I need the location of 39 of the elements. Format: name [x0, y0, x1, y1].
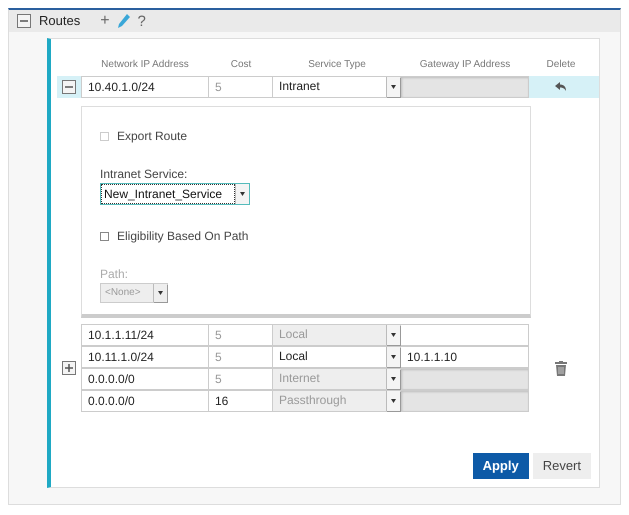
caret-icon	[391, 377, 396, 381]
section-title: Routes	[39, 12, 80, 30]
pencil-icon[interactable]	[118, 14, 130, 28]
intranet-service-dropdown[interactable]: New_Intranet_Service	[100, 183, 250, 205]
caret-icon	[240, 192, 245, 196]
gateway-field[interactable]: 10.1.1.10	[401, 346, 529, 368]
trash-icon[interactable]	[555, 360, 567, 376]
checkbox-label: Export Route	[117, 128, 188, 145]
revert-button[interactable]: Revert	[532, 453, 591, 479]
service-type-dropdown[interactable]: Intranet	[273, 76, 401, 98]
apply-button[interactable]: Apply	[472, 453, 529, 479]
field-label: Intranet Service:	[100, 166, 188, 183]
add-button[interactable]: +	[100, 13, 110, 29]
network-field[interactable]: 10.1.1.11/24	[81, 324, 209, 346]
checkbox-label: Eligibility Based On Path	[117, 228, 248, 245]
caret-icon	[391, 399, 396, 403]
column-header: Cost	[230, 58, 252, 72]
network-field[interactable]: 0.0.0.0/0	[81, 368, 209, 390]
network-field[interactable]: 0.0.0.0/0	[81, 390, 209, 412]
expand-icon[interactable]	[62, 361, 76, 375]
service-type-dropdown[interactable]: Local	[273, 346, 401, 368]
collapse-icon[interactable]	[62, 80, 76, 94]
column-header: Delete	[546, 58, 576, 72]
column-header: Service Type	[307, 58, 367, 72]
cost-field[interactable]: 16	[209, 390, 273, 412]
caret-icon	[391, 333, 396, 337]
caret-icon	[158, 291, 163, 295]
column-header: Network IP Address	[100, 58, 190, 72]
gateway-field[interactable]	[401, 324, 529, 346]
field-label: Path:	[100, 266, 130, 283]
caret-icon	[391, 355, 396, 359]
network-field[interactable]: 10.40.1.0/24	[81, 76, 209, 98]
caret-icon	[391, 85, 396, 89]
network-field[interactable]: 10.11.1.0/24	[81, 346, 209, 368]
collapse-icon[interactable]	[17, 14, 31, 28]
help-button[interactable]: ?	[138, 14, 146, 28]
checkbox[interactable]	[100, 232, 109, 240]
undo-icon[interactable]	[555, 82, 567, 92]
column-header: Gateway IP Address	[418, 58, 512, 72]
